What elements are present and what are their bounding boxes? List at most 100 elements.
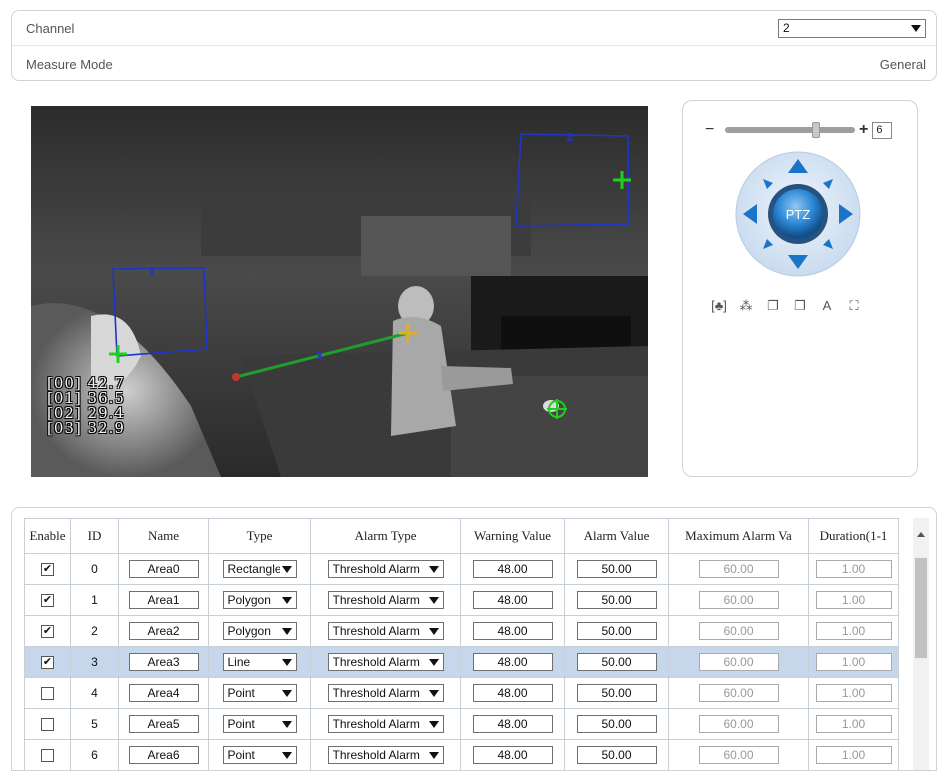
- enable-checkbox[interactable]: [41, 687, 54, 701]
- alarm-type-select[interactable]: Threshold Alarm: [327, 591, 444, 609]
- auto-focus-icon[interactable]: A: [819, 298, 835, 314]
- enable-checkbox[interactable]: ✔: [41, 656, 54, 670]
- name-cell: Area2: [118, 615, 209, 647]
- ptz-direction-pad[interactable]: PTZ: [733, 149, 863, 279]
- type-select[interactable]: Polygon: [222, 591, 297, 609]
- type-select[interactable]: Point: [222, 715, 297, 733]
- name-input[interactable]: Area6: [128, 746, 199, 764]
- focus-far-icon[interactable]: ❐: [792, 298, 808, 314]
- zoom-in-lens-icon[interactable]: [♣]: [711, 298, 727, 314]
- alarm-type-select[interactable]: Threshold Alarm: [327, 622, 444, 640]
- scrollbar-thumb[interactable]: [915, 558, 927, 658]
- table-row[interactable]: ✔ 1 Area1 Polygon Threshold Alarm 48.00 50.00 6…: [24, 584, 899, 616]
- table-row[interactable]: ✔ 3 Area3 Line Threshold Alarm 48.00 50.00 60.0…: [24, 646, 899, 678]
- max-alarm-value-input: 60.00: [698, 746, 779, 764]
- max-alarm-value-input: 60.00: [698, 653, 779, 671]
- alarm-value-input[interactable]: 50.00: [576, 591, 657, 609]
- alarm-value-input[interactable]: 50.00: [576, 622, 657, 640]
- alarm-type-select[interactable]: Threshold Alarm: [327, 560, 444, 578]
- name-cell: Area5: [118, 708, 209, 740]
- enable-checkbox[interactable]: ✔: [41, 594, 54, 608]
- name-input[interactable]: Area5: [128, 715, 199, 733]
- zoom-slider[interactable]: [725, 122, 855, 138]
- type-select[interactable]: Point: [222, 684, 297, 702]
- warning-value-input[interactable]: 48.00: [472, 715, 553, 733]
- alarm-value-input[interactable]: 50.00: [576, 560, 657, 578]
- type-cell: Point: [208, 739, 311, 770]
- scroll-up-icon[interactable]: [917, 532, 925, 537]
- max-alarm-value-cell: 60.00: [668, 615, 809, 647]
- chevron-down-icon: [428, 720, 439, 728]
- alarm-type-select[interactable]: Threshold Alarm: [327, 746, 444, 764]
- alarm-type-select-value: Threshold Alarm: [332, 655, 420, 669]
- alarm-value-input[interactable]: 50.00: [576, 684, 657, 702]
- name-input[interactable]: Area4: [128, 684, 199, 702]
- alarm-value-cell: 50.00: [564, 646, 669, 678]
- enable-cell: ✔: [24, 584, 71, 616]
- enable-checkbox[interactable]: ✔: [41, 563, 54, 577]
- channel-select[interactable]: 2: [778, 18, 926, 38]
- chevron-down-icon: [281, 596, 292, 604]
- alarm-type-select[interactable]: Threshold Alarm: [327, 653, 444, 671]
- table-row[interactable]: ✔ 0 Area0 Rectangle Threshold Alarm 48.00 50.0…: [24, 553, 899, 585]
- area-1-label: 1: [148, 266, 156, 279]
- zoom-slider-thumb[interactable]: [812, 122, 820, 138]
- table-row[interactable]: 6 Area6 Point Threshold Alarm 48.00 50.00 60.0…: [24, 739, 899, 770]
- id-cell: 2: [70, 615, 119, 647]
- chevron-down-icon: [428, 658, 439, 666]
- warning-value-input[interactable]: 48.00: [472, 560, 553, 578]
- name-input[interactable]: Area3: [128, 653, 199, 671]
- table-row[interactable]: 5 Area5 Point Threshold Alarm 48.00 50.00 60.0…: [24, 708, 899, 740]
- warning-value-input[interactable]: 48.00: [472, 653, 553, 671]
- zoom-out-button[interactable]: −: [705, 122, 719, 138]
- alarm-value-input[interactable]: 50.00: [576, 715, 657, 733]
- type-cell: Point: [208, 708, 311, 740]
- fullscreen-icon[interactable]: ⛶: [846, 298, 862, 314]
- enable-checkbox[interactable]: [41, 749, 54, 763]
- zoom-in-button[interactable]: +: [859, 121, 868, 139]
- focus-near-icon[interactable]: ❐: [765, 298, 781, 314]
- duration-cell: 1.00: [808, 708, 899, 740]
- name-input[interactable]: Area1: [128, 591, 199, 609]
- table-row[interactable]: 4 Area4 Point Threshold Alarm 48.00 50.00 60.0…: [24, 677, 899, 709]
- type-select[interactable]: Rectangle: [222, 560, 297, 578]
- max-alarm-value-input: 60.00: [698, 684, 779, 702]
- warning-value-input[interactable]: 48.00: [472, 591, 553, 609]
- ptz-panel: − + 6 PTZ [♣] ⁂ ❐ ❐ A ⛶: [682, 100, 918, 477]
- type-select[interactable]: Polygon: [222, 622, 297, 640]
- warning-value-input[interactable]: 48.00: [472, 746, 553, 764]
- zoom-value-input[interactable]: 6: [872, 121, 893, 139]
- warning-value-input[interactable]: 48.00: [472, 684, 553, 702]
- alarm-value-cell: 50.00: [564, 584, 669, 616]
- chevron-down-icon: [281, 658, 292, 666]
- alarm-type-select-value: Threshold Alarm: [332, 748, 420, 762]
- enable-checkbox[interactable]: ✔: [41, 625, 54, 639]
- name-input[interactable]: Area0: [128, 560, 199, 578]
- thermal-video-preview[interactable]: 1 2 3 [00] 42.7 [01] 36.5 [02] 29.4 [03] 32…: [31, 106, 648, 477]
- line-start-point: [232, 373, 240, 381]
- warning-value-cell: 48.00: [460, 615, 565, 647]
- enable-cell: ✔: [24, 615, 71, 647]
- warning-value-cell: 48.00: [460, 584, 565, 616]
- table-row[interactable]: ✔ 2 Area2 Polygon Threshold Alarm 48.00 50.00 6…: [24, 615, 899, 647]
- warning-value-cell: 48.00: [460, 677, 565, 709]
- type-select-value: Polygon: [227, 593, 271, 607]
- zoom-out-lens-icon[interactable]: ⁂: [738, 298, 754, 314]
- table-scrollbar[interactable]: [913, 518, 929, 770]
- alarm-type-select[interactable]: Threshold Alarm: [327, 715, 444, 733]
- zoom-control: − + 6: [705, 121, 893, 139]
- type-select[interactable]: Point: [222, 746, 297, 764]
- alarm-value-input[interactable]: 50.00: [576, 746, 657, 764]
- alarm-value-input[interactable]: 50.00: [576, 653, 657, 671]
- alarm-value-cell: 50.00: [564, 553, 669, 585]
- channel-label: Channel: [26, 20, 75, 36]
- alarm-type-select[interactable]: Threshold Alarm: [327, 684, 444, 702]
- col-duration: Duration(1-1: [808, 518, 899, 554]
- duration-input: 1.00: [815, 715, 892, 733]
- name-input[interactable]: Area2: [128, 622, 199, 640]
- type-select[interactable]: Line: [222, 653, 297, 671]
- duration-cell: 1.00: [808, 584, 899, 616]
- warning-value-input[interactable]: 48.00: [472, 622, 553, 640]
- max-alarm-value-input: 60.00: [698, 715, 779, 733]
- enable-checkbox[interactable]: [41, 718, 54, 732]
